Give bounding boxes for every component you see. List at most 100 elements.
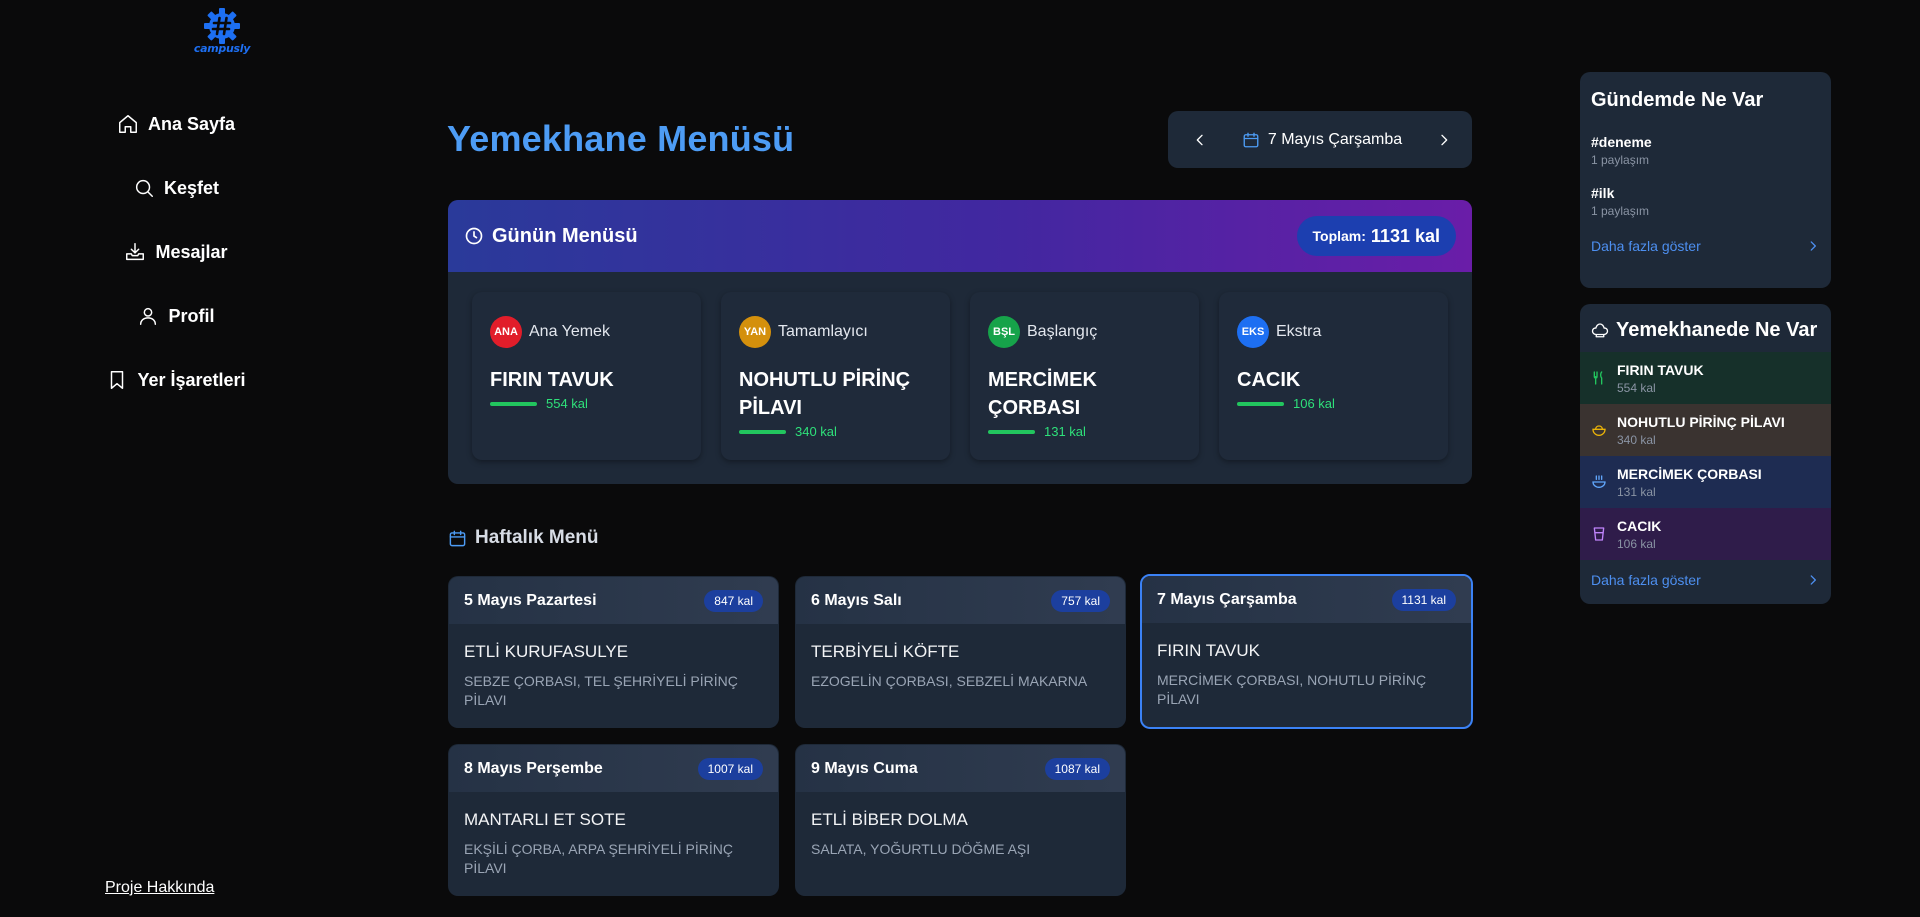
dish-category-label: Tamamlayıcı <box>778 323 868 340</box>
chevron-right-icon <box>1810 241 1816 251</box>
dish-calories: 131 kal <box>988 424 1181 439</box>
home-icon <box>118 115 137 133</box>
dish-category: YAN Tamamlayıcı <box>739 316 932 348</box>
dish-card-side[interactable]: YAN Tamamlayıcı NOHUTLU PİRİNÇ PİLAVI 34… <box>721 292 950 460</box>
dish-card-extra[interactable]: EKS Ekstra CACIK 106 kal <box>1219 292 1448 460</box>
daily-menu-card: Günün Menüsü Toplam: 1131 kal ANA Ana Ye… <box>448 200 1472 484</box>
dish-name: FIRIN TAVUK <box>490 369 614 391</box>
current-date[interactable]: 7 Mayıs Çarşamba <box>1242 131 1402 149</box>
about-project-link[interactable]: Proje Hakkında <box>105 879 214 897</box>
dining-title-text: Yemekhanede Ne Var <box>1616 318 1818 341</box>
tag-name: #deneme <box>1591 134 1652 150</box>
dish-category: BŞL Başlangıç <box>988 316 1181 348</box>
dish-calories: 340 kal <box>739 424 932 439</box>
chevron-right-icon <box>1441 134 1448 145</box>
dining-item[interactable]: NOHUTLU PİRİNÇ PİLAVI 340 kal <box>1580 404 1831 456</box>
weekly-day-main-dish: ETLİ KURUFASULYE <box>464 642 629 661</box>
dish-card-main[interactable]: ANA Ana Yemek FIRIN TAVUK 554 kal <box>472 292 701 460</box>
weekly-day-kal-badge: 757 kal <box>1051 589 1110 612</box>
daily-menu-title-text: Günün Menüsü <box>492 224 638 247</box>
dish-kal: 340 kal <box>795 424 837 439</box>
weekly-day-card[interactable]: 9 Mayıs Cuma 1087 kal ETLİ BİBER DOLMA S… <box>795 744 1126 896</box>
dining-show-more-button[interactable]: Daha fazla göster <box>1580 572 1831 588</box>
nav-label: Mesajlar <box>155 241 228 262</box>
trending-tag[interactable]: #ilk 1 paylaşım <box>1591 185 1820 218</box>
user-icon <box>140 307 157 325</box>
cup-icon <box>1593 527 1605 541</box>
nav-item-bookmarks[interactable]: Yer İşaretleri <box>0 348 352 412</box>
weekly-day-kal-badge: 1007 kal <box>697 757 763 780</box>
weekly-day-main-dish: TERBİYELİ KÖFTE <box>811 642 960 661</box>
total-value: 1131 kal <box>1370 225 1440 246</box>
show-more-label: Daha fazla göster <box>1591 238 1701 254</box>
calorie-bar <box>1237 401 1284 406</box>
trending-show-more-button[interactable]: Daha fazla göster <box>1580 238 1831 254</box>
dish-category-label: Ana Yemek <box>529 323 610 340</box>
dish-badge: ANA <box>490 316 522 348</box>
dish-category-label: Başlangıç <box>1027 323 1098 340</box>
dish-kal: 131 kal <box>1044 424 1086 439</box>
dish-badge: EKS <box>1237 316 1269 348</box>
nav-item-explore[interactable]: Keşfet <box>0 156 352 220</box>
dish-badge: BŞL <box>988 316 1020 348</box>
total-calories-badge: Toplam: 1131 kal <box>1296 216 1456 256</box>
chef-hat-icon <box>1591 323 1609 338</box>
nav-label: Profil <box>168 305 215 326</box>
nav-item-messages[interactable]: Mesajlar <box>0 220 352 284</box>
dish-name: MERCİMEK ÇORBASI <box>988 369 1097 419</box>
weekly-day-header: 8 Mayıs Perşembe 1007 kal <box>449 745 778 792</box>
weekly-day-card[interactable]: 6 Mayıs Salı 757 kal TERBİYELİ KÖFTE EZO… <box>795 576 1126 728</box>
dish-kal: 106 kal <box>1293 396 1335 411</box>
hashtag-gear-icon <box>204 8 240 44</box>
next-day-button[interactable] <box>1436 132 1452 148</box>
weekly-day-card[interactable]: 8 Mayıs Perşembe 1007 kal MANTARLI ET SO… <box>448 744 779 896</box>
calorie-bar <box>490 401 537 406</box>
dining-item[interactable]: FIRIN TAVUK 554 kal <box>1580 352 1831 404</box>
date-picker: 7 Mayıs Çarşamba <box>1168 111 1472 168</box>
dish-category: ANA Ana Yemek <box>490 316 683 348</box>
daily-menu-header: Günün Menüsü Toplam: 1131 kal <box>448 200 1472 272</box>
weekly-day-kal-badge: 847 kal <box>704 589 763 612</box>
weekly-day-side-dishes: EZOGELİN ÇORBASI, SEBZELİ MAKARNA <box>811 673 1088 689</box>
nav-label: Yer İşaretleri <box>137 369 246 390</box>
nav-item-home[interactable]: Ana Sayfa <box>0 92 352 156</box>
dish-category: EKS Ekstra <box>1237 316 1430 348</box>
weekly-menu-title: Haftalık Menü <box>448 527 599 549</box>
page-title: Yemekhane Menüsü <box>447 118 795 159</box>
weekly-day-card-selected[interactable]: 7 Mayıs Çarşamba 1131 kal FIRIN TAVUK ME… <box>1140 574 1473 729</box>
utensils-icon <box>1593 371 1603 385</box>
rice-bowl-icon <box>1592 425 1606 437</box>
weekly-menu-title-text: Haftalık Menü <box>475 527 599 548</box>
dining-item-name: NOHUTLU PİRİNÇ PİLAVI <box>1617 413 1785 430</box>
search-icon <box>135 179 153 197</box>
calendar-icon <box>1243 132 1259 147</box>
dining-item-kal: 106 kal <box>1617 536 1656 551</box>
campusly-logo[interactable]: campusly <box>190 8 254 55</box>
weekly-day-header: 5 Mayıs Pazartesi 847 kal <box>449 577 778 624</box>
weekly-day-date: 6 Mayıs Salı <box>811 591 902 609</box>
current-date-label: 7 Mayıs Çarşamba <box>1267 130 1403 148</box>
weekly-day-side-dishes: MERCİMEK ÇORBASI, NOHUTLU PİRİNÇ PİLAVI <box>1157 672 1427 707</box>
dish-calories: 554 kal <box>490 396 683 411</box>
weekly-day-header: 9 Mayıs Cuma 1087 kal <box>796 745 1125 792</box>
weekly-day-card[interactable]: 5 Mayıs Pazartesi 847 kal ETLİ KURUFASUL… <box>448 576 779 728</box>
sidebar-nav: Ana Sayfa Keşfet Mesajlar Profil Yer İşa… <box>0 92 352 412</box>
dining-item[interactable]: MERCİMEK ÇORBASI 131 kal <box>1580 456 1831 508</box>
weekly-day-side-dishes: SALATA, YOĞURTLU DÖĞME AŞI <box>811 841 1031 857</box>
weekly-day-main-dish: FIRIN TAVUK <box>1157 641 1260 660</box>
trending-panel: Gündemde Ne Var #deneme 1 paylaşım #ilk … <box>1580 72 1831 288</box>
dining-item-name: FIRIN TAVUK <box>1617 361 1704 378</box>
dish-name: NOHUTLU PİRİNÇ PİLAVI <box>739 369 911 419</box>
dish-badge: YAN <box>739 316 771 348</box>
dish-name: CACIK <box>1237 369 1301 391</box>
trending-tag[interactable]: #deneme 1 paylaşım <box>1591 134 1820 167</box>
daily-menu-title: Günün Menüsü <box>464 225 638 248</box>
dish-card-starter[interactable]: BŞL Başlangıç MERCİMEK ÇORBASI 131 kal <box>970 292 1199 460</box>
dish-row: ANA Ana Yemek FIRIN TAVUK 554 kal YAN Ta… <box>448 272 1472 460</box>
dining-item[interactable]: CACIK 106 kal <box>1580 508 1831 560</box>
weekly-day-kal-badge: 1131 kal <box>1391 588 1456 611</box>
weekly-day-kal-badge: 1087 kal <box>1044 757 1110 780</box>
inbox-icon <box>126 243 145 261</box>
prev-day-button[interactable] <box>1192 132 1208 148</box>
nav-item-profile[interactable]: Profil <box>0 284 352 348</box>
